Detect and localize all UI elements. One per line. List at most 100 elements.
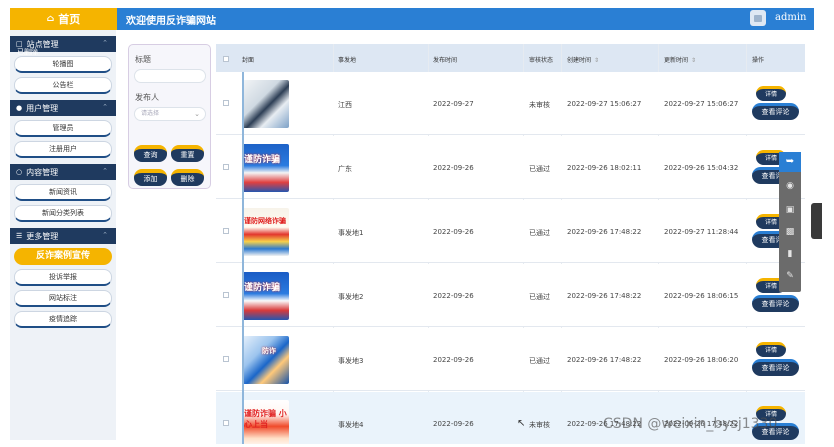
sidebar-item-admins[interactable]: 管理员 [14, 120, 112, 137]
col-updated-label: 更新时间 [664, 57, 689, 64]
location-cell: 事发地3 [338, 357, 364, 365]
sidebar-section-site-admin[interactable]: □ 站点管理 已删除 ⌃ [10, 36, 116, 56]
col-actions: 操作 [752, 57, 765, 64]
home-button[interactable]: ⌂ 首页 [10, 8, 117, 30]
sidebar-section-more-admin[interactable]: ☰ 更多管理 ⌃ [10, 228, 116, 244]
image-icon[interactable]: ▣ [783, 204, 797, 216]
table-row: 谨防诈骗 广东 2022-09-26 已通过 2022-09-26 18:02:… [216, 136, 805, 199]
add-button[interactable]: 添加 [134, 169, 167, 186]
sidebar-section-title: 用户管理 [26, 103, 59, 113]
delete-button[interactable]: 删除 [171, 169, 204, 186]
row-checkbox[interactable] [223, 164, 229, 170]
publisher-placeholder: 请选择 [141, 110, 160, 117]
chat-icon: ○ [16, 168, 23, 176]
table-row: 防诈 事发地3 2022-09-26 已通过 2022-09-26 17:48:… [216, 328, 805, 391]
camera-icon[interactable]: ◉ [783, 180, 797, 192]
location-cell: 事发地1 [338, 229, 364, 237]
chevron-down-icon: ⌄ [194, 110, 200, 118]
sidebar-item-site-marks[interactable]: 网站标注 [14, 290, 112, 307]
detail-button[interactable]: 详情 [756, 342, 786, 357]
detail-button[interactable]: 详情 [756, 86, 786, 101]
sidebar-section-user-admin[interactable]: ● 用户管理 ⌃ [10, 100, 116, 116]
gif-icon[interactable]: ▩ [783, 226, 797, 238]
sidebar-item-registered-users[interactable]: 注册用户 [14, 141, 112, 158]
created-cell: 2022-09-26 18:02:11 [567, 164, 642, 172]
created-cell: 2022-09-26 17:48:22 [567, 228, 642, 236]
publish-date-cell: 2022-09-26 [433, 292, 474, 300]
cover-image: 谨防诈骗 小心上当 [242, 400, 289, 444]
view-comments-button[interactable]: 查看评论 [752, 295, 799, 312]
sort-icon: ⇕ [691, 57, 697, 64]
share-icon[interactable]: ➥ [779, 152, 801, 172]
location-cell: 广东 [338, 165, 352, 173]
cover-text: 防诈 [262, 346, 276, 355]
username[interactable]: admin [775, 12, 806, 23]
col-publish-date: 发布时间 [433, 57, 458, 64]
chevron-up-icon: ⌃ [102, 103, 108, 111]
cover-image: 谨防网络诈骗 [242, 208, 289, 256]
side-edge-tab[interactable] [811, 203, 822, 239]
sidebar-item-news[interactable]: 新闻资讯 [14, 184, 112, 201]
view-comments-button[interactable]: 查看评论 [752, 359, 799, 376]
select-all-checkbox[interactable] [223, 56, 229, 62]
cover-image: 谨防诈骗 [242, 272, 289, 320]
row-checkbox[interactable] [223, 228, 229, 234]
cover-text: 谨防网络诈骗 [244, 216, 286, 225]
welcome-text: 欢迎使用反诈骗网站 [126, 16, 216, 27]
page: ⌂ 首页 欢迎使用反诈骗网站 admin □ 站点管理 已删除 ⌃ 轮播图 公告… [0, 0, 834, 447]
row-checkbox[interactable] [223, 292, 229, 298]
publish-date-cell: 2022-09-26 [433, 164, 474, 172]
avatar-icon[interactable] [750, 10, 766, 26]
view-comments-button[interactable]: 查看评论 [752, 103, 799, 120]
row-checkbox[interactable] [223, 420, 229, 426]
watermark: CSDN @weixin_bysj1330 [603, 416, 778, 432]
home-label: 首页 [58, 13, 81, 26]
table-row: 谨防网络诈骗 事发地1 2022-09-26 已通过 2022-09-26 17… [216, 200, 805, 263]
sidebar-item-complaints[interactable]: 投诉举报 [14, 269, 112, 286]
status-cell: 已通过 [529, 357, 550, 365]
cover-text: 谨防诈骗 小心上当 [244, 408, 287, 429]
publisher-label: 发布人 [135, 93, 159, 102]
query-button[interactable]: 查询 [134, 145, 167, 162]
sidebar-item-notice[interactable]: 公告栏 [14, 77, 112, 94]
video-icon[interactable]: ▮ [783, 248, 797, 260]
col-created-label: 创建时间 [567, 57, 592, 64]
cover-image [242, 80, 289, 128]
sidebar-section-title: 内容管理 [26, 167, 59, 177]
status-cell: 已通过 [529, 293, 550, 301]
sidebar-item-carousel[interactable]: 轮播图 [14, 56, 112, 73]
created-cell: 2022-09-27 15:06:27 [567, 100, 642, 108]
publish-date-cell: 2022-09-26 [433, 356, 474, 364]
publisher-select[interactable]: 请选择 ⌄ [134, 107, 206, 121]
sidebar-item-fraud-cases[interactable]: 反诈案例宣传 [14, 248, 112, 265]
data-table: 封面 事发地 发布时间 审核状态 创建时间 ⇕ 更新时间 ⇕ 操作 江西 2022-… [216, 44, 805, 444]
location-cell: 江西 [338, 101, 352, 109]
chevron-up-icon: ⌃ [102, 231, 108, 239]
updated-cell: 2022-09-26 18:06:20 [664, 356, 739, 364]
created-cell: 2022-09-26 17:48:22 [567, 292, 642, 300]
pen-icon[interactable]: ✎ [783, 270, 797, 282]
sidebar-section-content-admin[interactable]: ○ 内容管理 ⌃ [10, 164, 116, 180]
title-input[interactable] [134, 69, 206, 83]
cursor-icon: ↖ [517, 418, 526, 429]
floating-toolbar: ➥ ◉ ▣ ▩ ▮ ✎ [779, 152, 801, 292]
search-panel: 标题 发布人 请选择 ⌄ 查询 重置 添加 删除 [128, 44, 211, 189]
updated-cell: 2022-09-27 15:06:27 [664, 100, 739, 108]
cover-image: 谨防诈骗 [242, 144, 289, 192]
sidebar-section-title: 更多管理 [26, 231, 59, 241]
row-checkbox[interactable] [223, 356, 229, 362]
publish-date-cell: 2022-09-26 [433, 228, 474, 236]
row-checkbox[interactable] [223, 100, 229, 106]
sort-icon: ⇕ [594, 57, 600, 64]
table-row: 江西 2022-09-27 未审核 2022-09-27 15:06:27 20… [216, 72, 805, 135]
chevron-up-icon: ⌃ [102, 167, 108, 175]
sidebar-item-news-categories[interactable]: 新闻分类列表 [14, 205, 112, 222]
col-created[interactable]: 创建时间 ⇕ [567, 55, 599, 64]
reset-button[interactable]: 重置 [171, 145, 204, 162]
table-header: 封面 事发地 发布时间 审核状态 创建时间 ⇕ 更新时间 ⇕ 操作 [216, 44, 805, 72]
col-updated[interactable]: 更新时间 ⇕ [664, 55, 696, 64]
sidebar-item-epidemic-tracking[interactable]: 疫情追踪 [14, 311, 112, 328]
col-location: 事发地 [338, 57, 357, 64]
sidebar: □ 站点管理 已删除 ⌃ 轮播图 公告栏 ● 用户管理 ⌃ 管理员 注册用户 ○… [10, 30, 116, 440]
cover-text: 谨防诈骗 [244, 283, 281, 293]
